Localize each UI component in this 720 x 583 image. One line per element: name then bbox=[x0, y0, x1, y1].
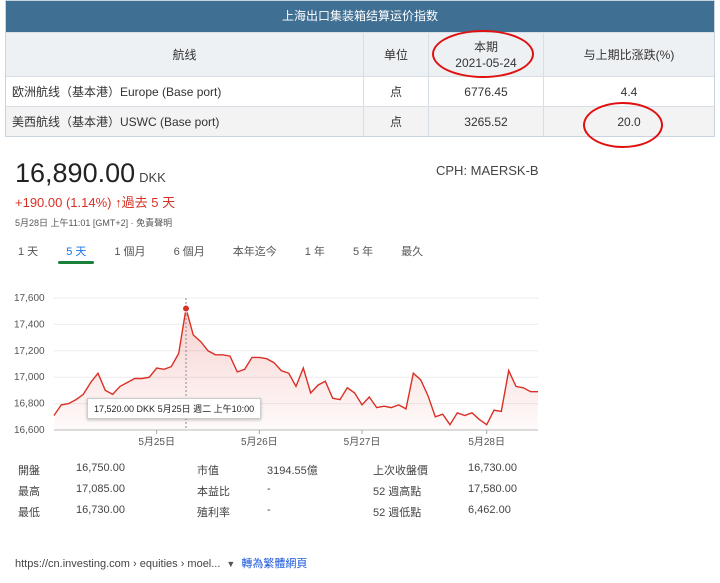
x-tick-label: 5月28日 bbox=[468, 436, 505, 448]
unit-cell: 点 bbox=[363, 107, 428, 136]
hover-point bbox=[182, 304, 190, 313]
change-cell: 20.0 bbox=[543, 107, 714, 136]
chart-tooltip: 17,520.00 DKK 5月25日 週二 上午10:00 bbox=[87, 398, 262, 419]
y-tick-label: 17,000 bbox=[14, 372, 45, 383]
stat-label: 52 週高點 bbox=[373, 486, 422, 498]
value-cell: 6776.45 bbox=[428, 77, 543, 106]
stat-value: 17,085.00 bbox=[76, 483, 125, 495]
source-url-row: https://cn.investing.com › equities › mo… bbox=[15, 555, 307, 571]
currency-label: DKK bbox=[139, 170, 166, 185]
range-tabs: 1 天 5 天 1 個月 6 個月 本年迄今 1 年 5 年 最久 bbox=[10, 244, 443, 264]
stat-label: 本益比 bbox=[197, 486, 230, 498]
stat-value: - bbox=[267, 504, 271, 516]
tab-ytd[interactable]: 本年迄今 bbox=[225, 244, 285, 264]
tooltip-value: 17,520.00 DKK bbox=[94, 404, 156, 414]
stat-value: 17,580.00 bbox=[468, 483, 517, 495]
table-row: 美西航线（基本港）USWC (Base port) 点 3265.52 20.0 bbox=[6, 106, 714, 136]
header-change: 与上期比涨跌(%) bbox=[543, 33, 714, 76]
stat-label: 最低 bbox=[18, 507, 40, 519]
stat-value: 16,730.00 bbox=[76, 504, 125, 516]
header-period: 本期 2021-05-24 bbox=[428, 33, 543, 76]
header-route: 航线 bbox=[172, 48, 197, 62]
stat-label: 上次收盤價 bbox=[373, 465, 428, 477]
x-axis-labels: 5月25日 5月26日 5月27日 5月28日 bbox=[138, 430, 505, 448]
tab-5d[interactable]: 5 天 bbox=[58, 244, 95, 264]
translate-link[interactable]: 轉為繁體網頁 bbox=[241, 558, 307, 570]
tab-6m[interactable]: 6 個月 bbox=[166, 244, 213, 264]
change-value: +190.00 (1.14%) bbox=[15, 195, 112, 210]
price-change: +190.00 (1.14%) ↑過去 5 天 bbox=[15, 192, 175, 211]
change-cell: 4.4 bbox=[543, 77, 714, 106]
stock-price: 16,890.00 DKK bbox=[15, 158, 166, 189]
stat-value: 6,462.00 bbox=[468, 504, 511, 516]
stat-value: 3194.55億 bbox=[267, 465, 318, 477]
tab-1y[interactable]: 1 年 bbox=[297, 244, 333, 264]
route-cell: 美西航线（基本港）USWC (Base port) bbox=[12, 115, 220, 129]
stat-label: 最高 bbox=[18, 486, 40, 498]
tab-1m[interactable]: 1 個月 bbox=[106, 244, 153, 264]
y-tick-label: 17,200 bbox=[14, 346, 45, 357]
x-tick-label: 5月25日 bbox=[138, 436, 175, 448]
freight-index-table: 上海出口集装箱结算运价指数 航线 单位 本期 2021-05-24 与上期比涨跌… bbox=[5, 0, 715, 137]
header-unit: 单位 bbox=[363, 33, 428, 76]
stat-value: 16,750.00 bbox=[76, 462, 125, 474]
table-row: 欧洲航线（基本港）Europe (Base port) 点 6776.45 4.… bbox=[6, 76, 714, 106]
price-value: 16,890.00 bbox=[15, 158, 136, 188]
change-period: 過去 5 天 bbox=[121, 195, 176, 210]
y-axis-labels: 16,600 16,800 17,000 17,200 17,400 17,600 bbox=[14, 293, 45, 436]
stat-label: 市值 bbox=[197, 465, 219, 477]
timestamp-disclaimer[interactable]: 5月28日 上午11:01 [GMT+2] · 免責聲明 bbox=[15, 216, 172, 229]
tab-1d[interactable]: 1 天 bbox=[10, 244, 46, 264]
y-tick-label: 16,600 bbox=[14, 425, 45, 436]
tooltip-date: 5月25日 週二 上午10:00 bbox=[157, 404, 255, 414]
x-tick-label: 5月26日 bbox=[241, 436, 278, 448]
ticker-symbol: CPH: MAERSK-B bbox=[436, 163, 539, 178]
source-url[interactable]: https://cn.investing.com › equities › mo… bbox=[15, 558, 220, 570]
header-period-label: 本期 bbox=[473, 39, 498, 54]
tab-5y[interactable]: 5 年 bbox=[345, 244, 381, 264]
stat-value: 16,730.00 bbox=[468, 462, 517, 474]
table-title: 上海出口集装箱结算运价指数 bbox=[6, 1, 714, 32]
x-tick-label: 5月27日 bbox=[344, 436, 381, 448]
dropdown-arrow-icon[interactable]: ▼ bbox=[226, 559, 235, 569]
stat-value: - bbox=[267, 483, 271, 495]
tab-max[interactable]: 最久 bbox=[393, 244, 431, 264]
stat-label: 開盤 bbox=[18, 465, 40, 477]
header-period-date: 2021-05-24 bbox=[455, 55, 517, 70]
stat-label: 殖利率 bbox=[197, 507, 230, 519]
y-tick-label: 17,400 bbox=[14, 319, 45, 330]
stat-label: 52 週低點 bbox=[373, 507, 422, 519]
value-cell: 3265.52 bbox=[428, 107, 543, 136]
y-tick-label: 17,600 bbox=[14, 293, 45, 304]
unit-cell: 点 bbox=[363, 77, 428, 106]
y-tick-label: 16,800 bbox=[14, 399, 45, 410]
table-header-row: 航线 单位 本期 2021-05-24 与上期比涨跌(%) bbox=[6, 32, 714, 76]
route-cell: 欧洲航线（基本港）Europe (Base port) bbox=[12, 85, 222, 99]
price-chart[interactable]: 16,600 16,800 17,000 17,200 17,400 17,600 5月2… bbox=[10, 284, 550, 454]
